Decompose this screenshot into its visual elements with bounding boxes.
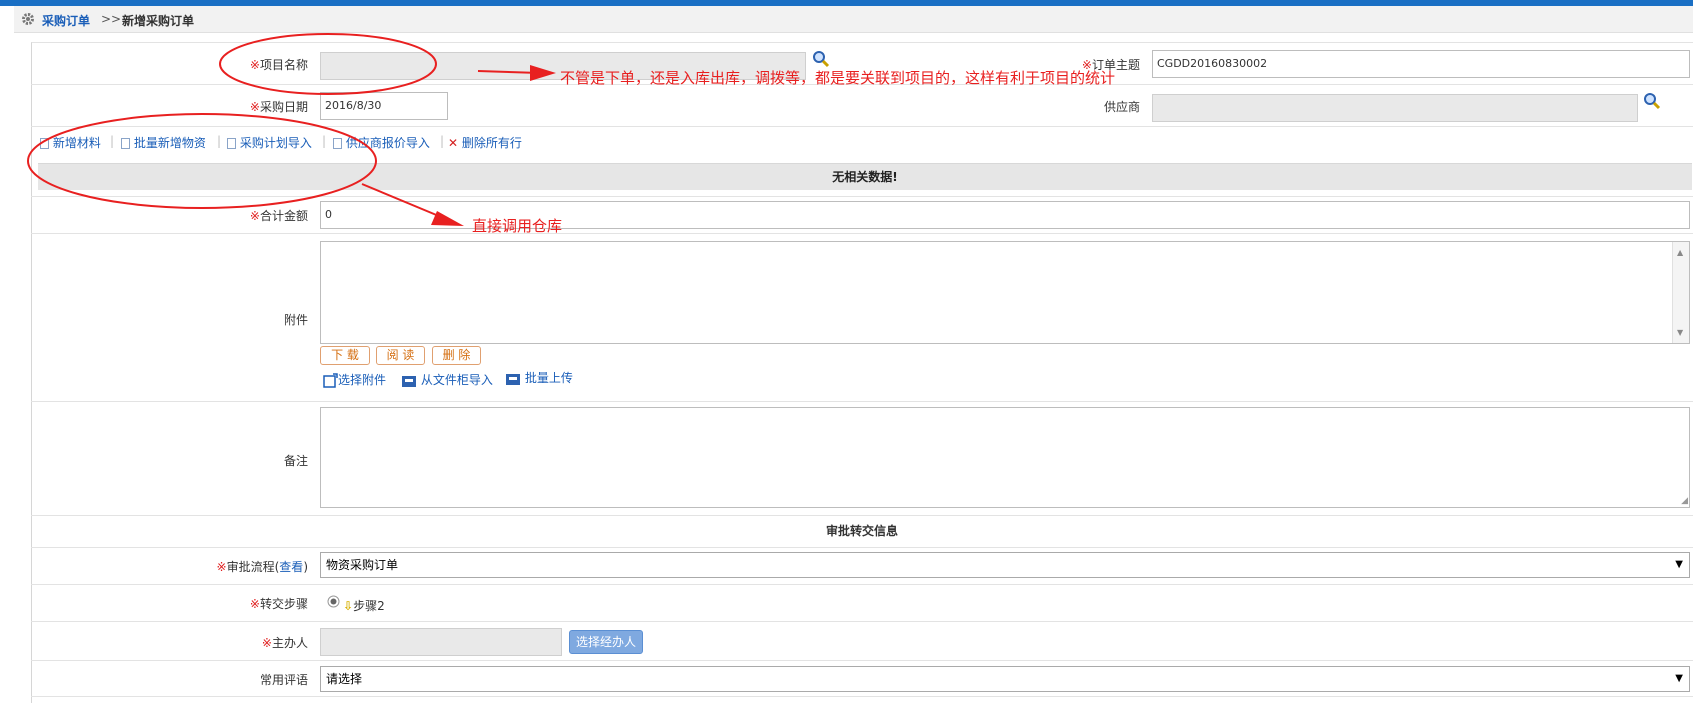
approval-section-title: 审批转交信息 (825, 524, 898, 538)
delete-attachment-button[interactable]: 删 除 (432, 346, 481, 365)
upload-icon (323, 373, 338, 388)
step-radio[interactable] (327, 595, 340, 611)
cabinet-icon (402, 376, 416, 387)
common-comment-select[interactable]: 请选择 ▼ (320, 666, 1690, 692)
select-handler-button[interactable]: 选择经办人 (569, 630, 643, 654)
project-name-label: ※项目名称 (249, 58, 308, 72)
handler-input[interactable] (320, 628, 562, 656)
remark-label: 备注 (283, 454, 308, 468)
approval-flow-label: ※审批流程(查看) (216, 560, 308, 574)
toolbar-separator: | (322, 134, 327, 148)
doc-icon (333, 138, 342, 149)
attachment-list[interactable]: ▲ ▼ (320, 241, 1690, 344)
batch-upload-button[interactable]: 批量上传 (505, 369, 573, 386)
supplier-input[interactable] (1152, 94, 1638, 122)
batch-upload-icon (506, 374, 520, 385)
select-attachment-button[interactable]: 选择附件 (323, 371, 386, 388)
read-button[interactable]: 阅 读 (376, 346, 425, 365)
delete-all-rows-button[interactable]: ✕ 删除所有行 (448, 134, 522, 151)
doc-icon (227, 138, 236, 149)
batch-add-button[interactable]: 批量新增物资 (121, 134, 206, 151)
close-icon: ✕ (448, 136, 459, 150)
total-amount-label: ※合计金额 (249, 209, 308, 223)
chevron-down-icon: ▼ (1675, 559, 1683, 570)
breadcrumb-separator: >> (101, 12, 122, 26)
download-button[interactable]: 下 载 (320, 346, 370, 365)
chevron-down-icon: ▼ (1675, 673, 1683, 684)
breadcrumb-current: 新增采购订单 (122, 14, 195, 28)
attachment-label: 附件 (283, 313, 308, 327)
import-from-cabinet-button[interactable]: 从文件柜导入 (401, 371, 493, 388)
handler-label: ※主办人 (261, 636, 308, 650)
doc-icon (40, 138, 49, 149)
plan-import-button[interactable]: 采购计划导入 (227, 134, 312, 151)
empty-table-message: 无相关数据! (38, 163, 1692, 190)
common-comment-label: 常用评语 (259, 673, 308, 687)
approval-flow-select[interactable]: 物资采购订单 ▼ (320, 552, 1690, 578)
arrow-down-icon: ⇩ (343, 599, 354, 613)
scroll-down-icon[interactable]: ▼ (1677, 328, 1683, 337)
scrollbar[interactable]: ▲ ▼ (1672, 242, 1689, 343)
resize-handle-icon[interactable]: ◢ (1681, 496, 1688, 506)
view-flow-link[interactable]: 查看 (279, 560, 303, 574)
annotation-note-warehouse: 直接调用仓库 (472, 217, 563, 235)
transfer-step-label: ※转交步骤 (249, 597, 308, 611)
supplier-search-icon[interactable] (1643, 92, 1661, 113)
annotation-note-project: 不管是下单，还是入库出库，调拨等，都是要关联到项目的，这样有利于项目的统计 (560, 69, 1116, 87)
doc-icon (121, 138, 130, 149)
order-subject-input[interactable]: CGDD20160830002 (1152, 50, 1690, 78)
scroll-up-icon[interactable]: ▲ (1677, 248, 1683, 257)
purchase-date-label: ※采购日期 (249, 100, 308, 114)
supplier-label: 供应商 (1103, 100, 1140, 114)
purchase-date-input[interactable]: 2016/8/30 (320, 92, 448, 120)
toolbar-separator: | (217, 134, 222, 148)
gear-icon (21, 12, 35, 29)
breadcrumb-root-link[interactable]: 采购订单 (42, 12, 90, 29)
breadcrumb: 采购订单 >> 新增采购订单 (14, 6, 1693, 33)
add-material-button[interactable]: 新增材料 (40, 134, 101, 151)
remark-textarea[interactable]: ◢ (320, 407, 1690, 508)
step-option[interactable]: ⇩步骤2 (343, 597, 385, 614)
toolbar-separator: | (110, 134, 115, 148)
quote-import-button[interactable]: 供应商报价导入 (333, 134, 430, 151)
toolbar-separator: | (440, 134, 445, 148)
